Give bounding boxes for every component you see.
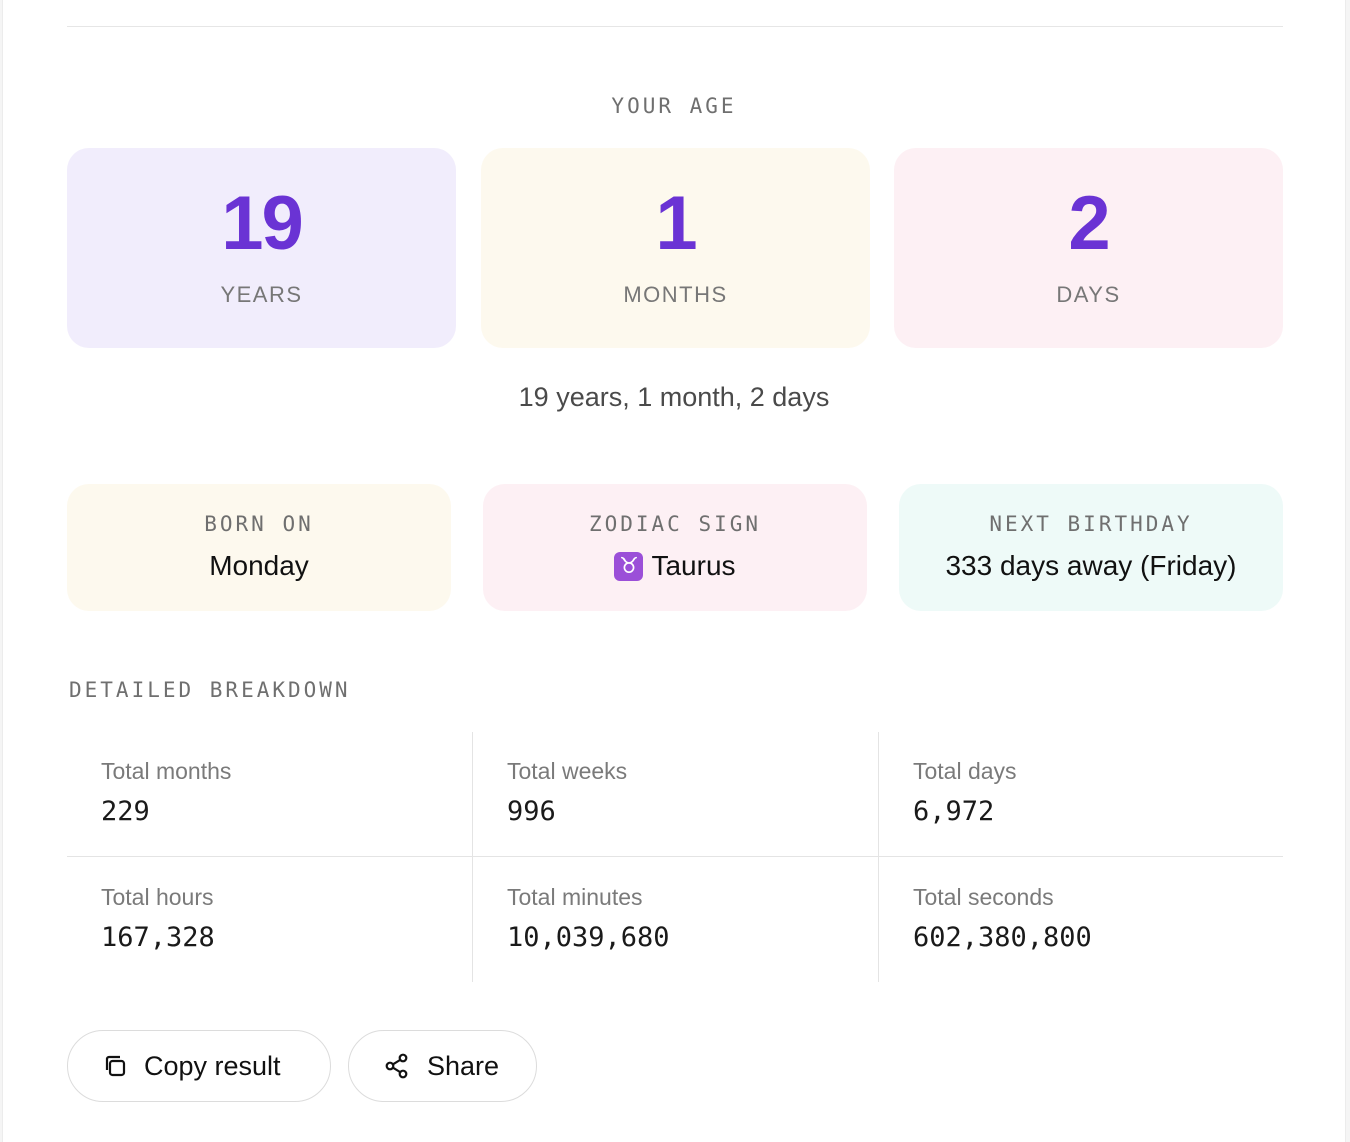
days-unit: DAYS: [1056, 282, 1121, 307]
total-weeks-value: 996: [507, 796, 556, 827]
age-result-card: YOUR AGE 19 YEARS 1 MONTHS 2 DAYS 19 yea…: [2, 0, 1346, 1142]
months-tile: 1 MONTHS: [481, 148, 870, 348]
total-days-label: Total days: [913, 758, 1017, 784]
total-weeks-cell: Total weeks 996: [473, 732, 878, 857]
months-unit: MONTHS: [623, 282, 728, 307]
detailed-breakdown-heading: DETAILED BREAKDOWN: [69, 678, 351, 702]
years-unit: YEARS: [220, 282, 303, 307]
total-minutes-label: Total minutes: [507, 884, 643, 910]
total-days-value: 6,972: [913, 796, 995, 827]
zodiac-sign-value: ♉ Taurus: [614, 550, 736, 582]
zodiac-sign-label: ZODIAC SIGN: [588, 512, 762, 536]
total-seconds-cell: Total seconds 602,380,800: [879, 858, 1284, 983]
share-label: Share: [427, 1050, 500, 1081]
share-icon: [383, 1052, 411, 1080]
top-divider: [67, 26, 1283, 27]
total-hours-label: Total hours: [101, 884, 214, 910]
total-months-value: 229: [101, 796, 150, 827]
years-tile: 19 YEARS: [67, 148, 456, 348]
copy-icon: [102, 1053, 128, 1079]
born-on-label: BORN ON: [204, 512, 314, 536]
copy-result-label: Copy result: [144, 1050, 281, 1081]
born-on-tile: BORN ON Monday: [67, 484, 451, 611]
born-on-text: Monday: [209, 550, 309, 581]
next-birthday-value: 333 days away (Friday): [945, 550, 1236, 582]
age-summary: 19 years, 1 month, 2 days: [518, 382, 830, 412]
total-months-label: Total months: [101, 758, 232, 784]
total-minutes-cell: Total minutes 10,039,680: [473, 858, 878, 983]
next-birthday-text: 333 days away (Friday): [945, 550, 1237, 581]
total-days-cell: Total days 6,972: [879, 732, 1284, 857]
total-minutes-value: 10,039,680: [507, 922, 670, 953]
total-weeks-label: Total weeks: [507, 758, 628, 784]
breakdown-grid: Total months 229 Total weeks 996 Total d…: [67, 732, 1283, 982]
total-seconds-value: 602,380,800: [913, 922, 1092, 953]
days-value: 2: [1068, 181, 1110, 266]
zodiac-sign-tile: ZODIAC SIGN ♉ Taurus: [483, 484, 867, 611]
years-value: 19: [221, 181, 304, 266]
months-value: 1: [655, 181, 697, 266]
share-button[interactable]: Share: [348, 1030, 537, 1102]
your-age-heading: YOUR AGE: [611, 94, 737, 118]
copy-result-button[interactable]: Copy result: [67, 1030, 331, 1102]
total-hours-value: 167,328: [101, 922, 215, 953]
next-birthday-label: NEXT BIRTHDAY: [989, 512, 1193, 536]
taurus-icon: ♉: [614, 551, 644, 581]
total-hours-cell: Total hours 167,328: [67, 858, 472, 983]
next-birthday-tile: NEXT BIRTHDAY 333 days away (Friday): [899, 484, 1283, 611]
total-months-cell: Total months 229: [67, 732, 472, 857]
total-seconds-label: Total seconds: [913, 884, 1054, 910]
days-tile: 2 DAYS: [894, 148, 1283, 348]
born-on-value: Monday: [209, 550, 309, 582]
zodiac-sign-text: Taurus: [651, 550, 736, 581]
